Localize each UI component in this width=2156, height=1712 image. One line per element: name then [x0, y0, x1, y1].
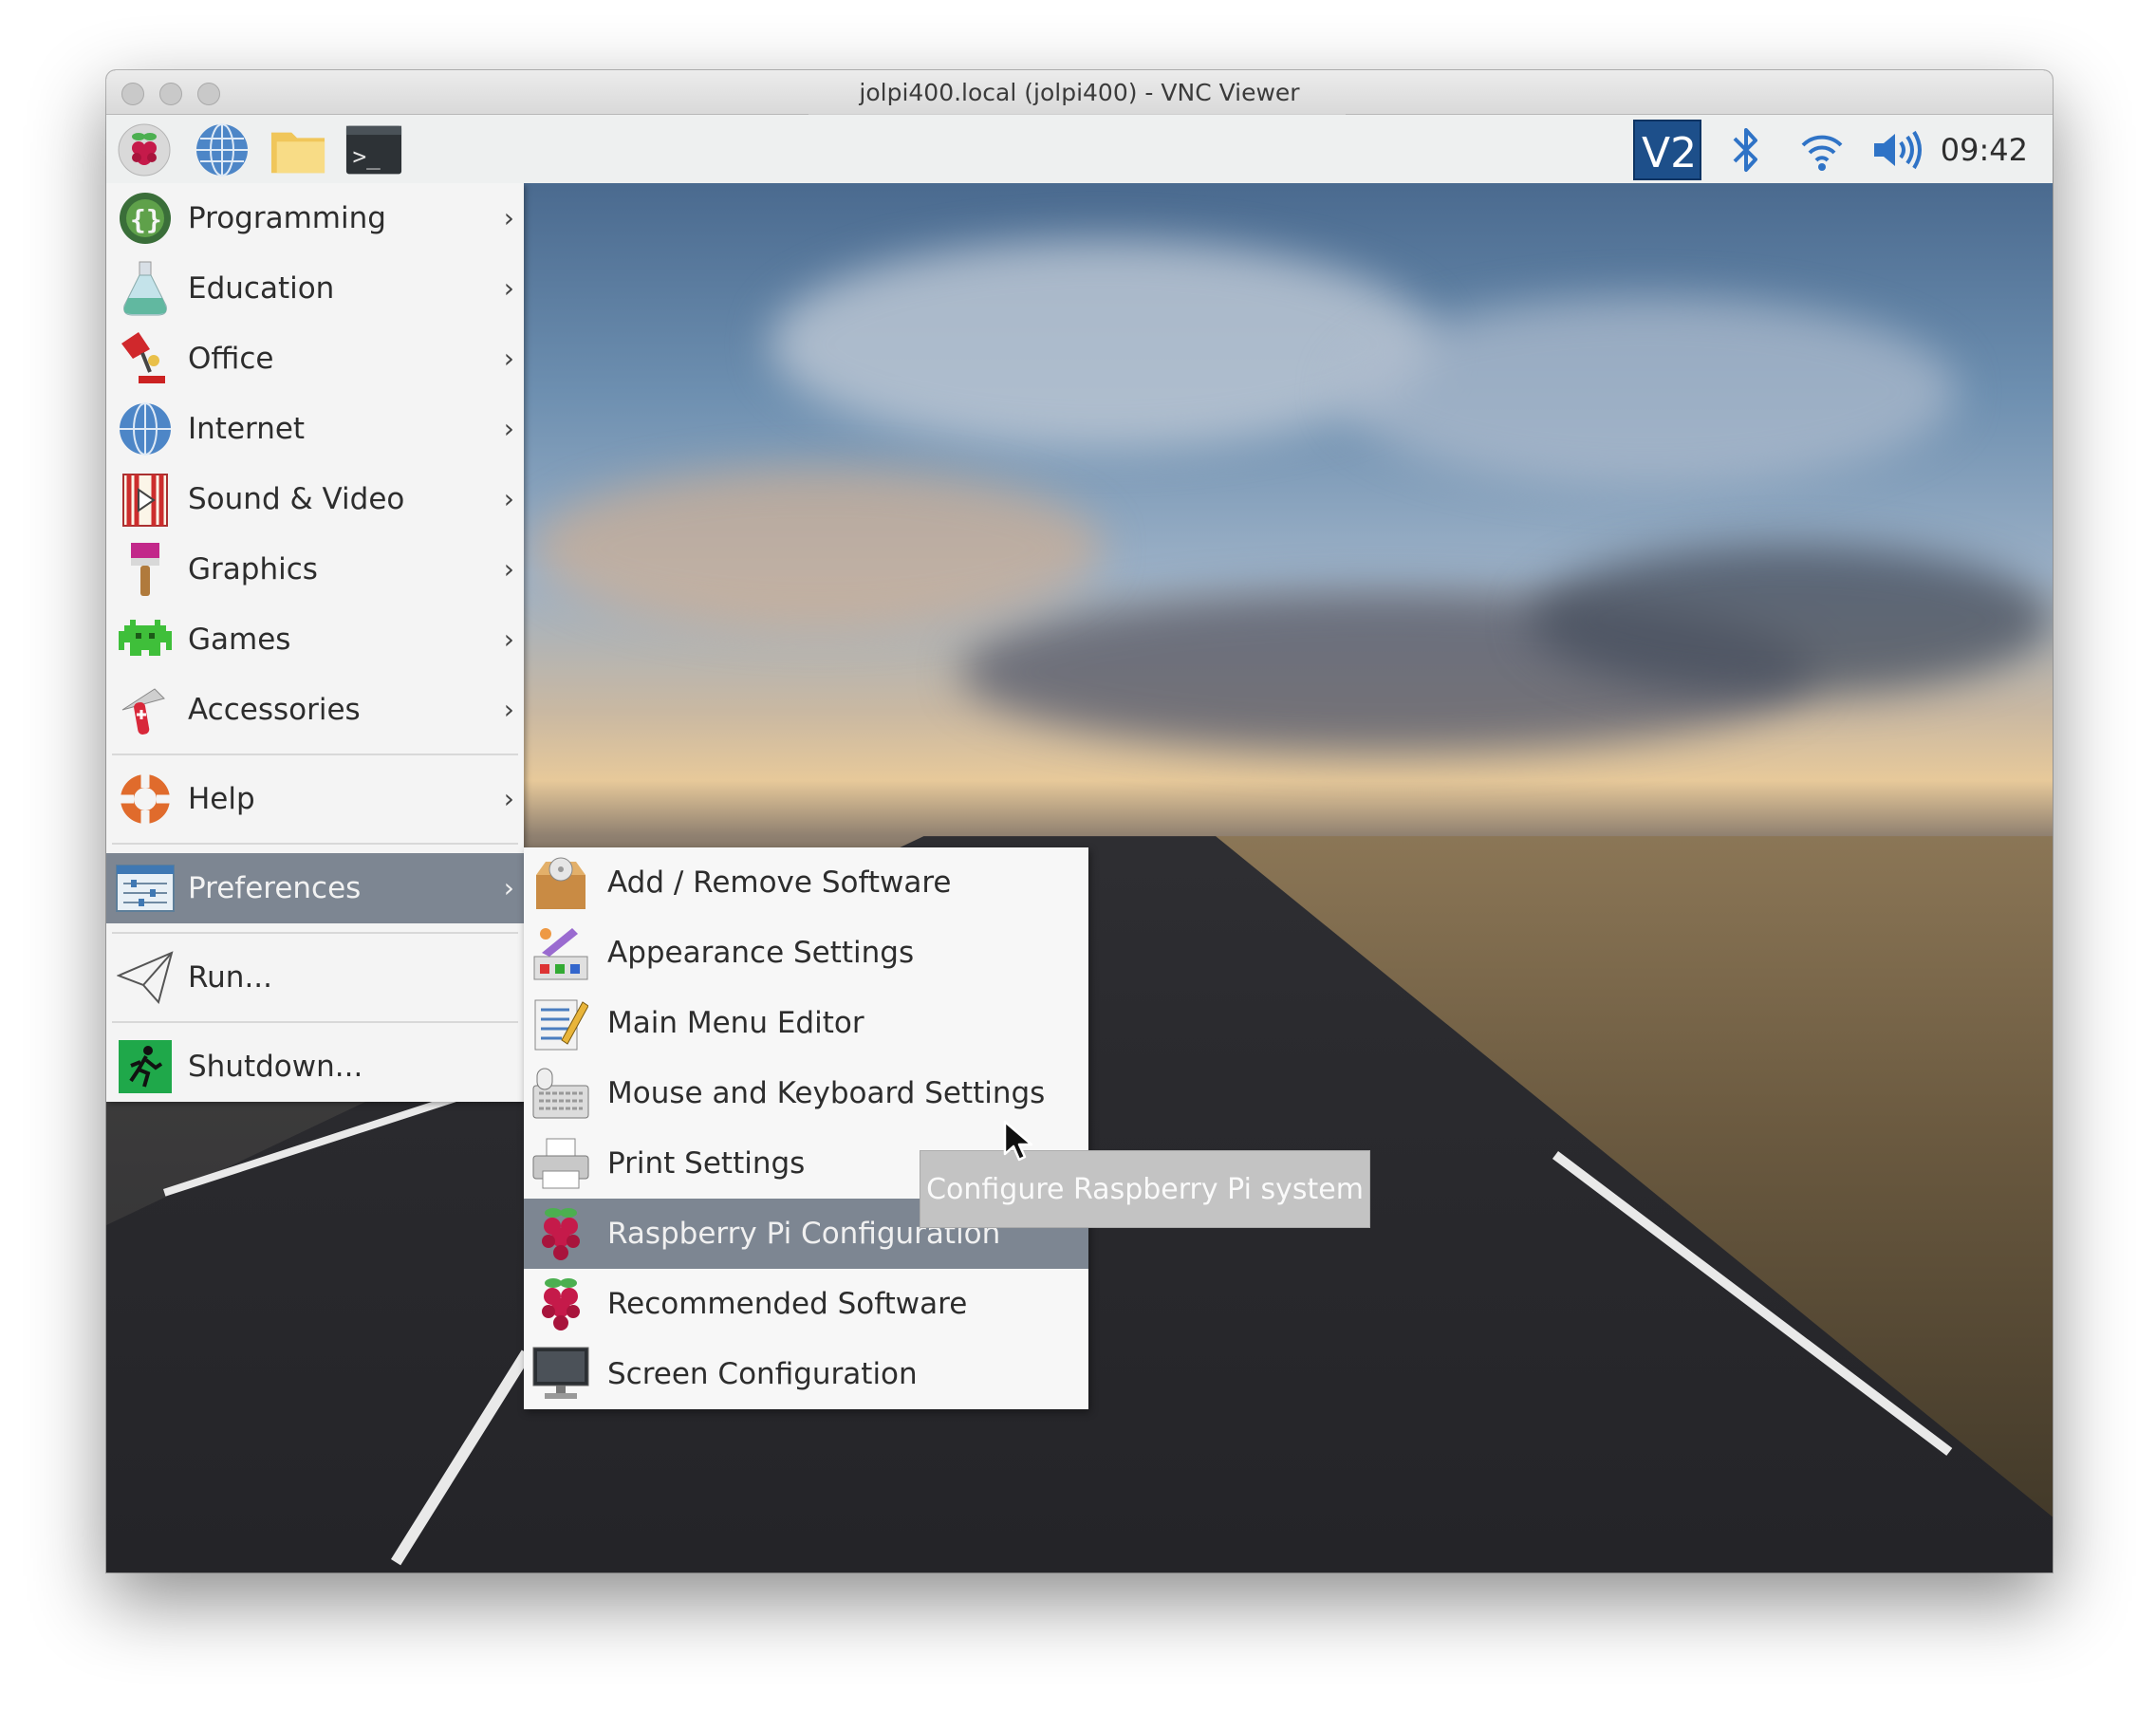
menu-item-office[interactable]: Office › — [106, 324, 524, 394]
submenu-item-label: Mouse and Keyboard Settings — [607, 1076, 1046, 1110]
menu-item-programming[interactable]: {} Programming › — [106, 183, 524, 253]
submenu-item-label: Main Menu Editor — [607, 1006, 864, 1040]
clock[interactable]: 09:42 — [1941, 132, 2028, 168]
cloud — [1340, 297, 1957, 487]
desktop-wallpaper: {} Programming › Education › Office › In… — [106, 183, 2053, 1572]
menu-item-label: Internet — [188, 412, 306, 446]
menu-item-shutdown[interactable]: Shutdown... — [106, 1032, 524, 1102]
svg-text:V2: V2 — [1642, 129, 1697, 177]
menu-item-label: Sound & Video — [188, 482, 405, 516]
web-browser-icon[interactable] — [194, 122, 251, 177]
chevron-right-icon: › — [503, 483, 514, 514]
menu-item-label: Shutdown... — [188, 1050, 363, 1084]
main-menu: {} Programming › Education › Office › In… — [106, 183, 524, 1102]
menu-item-label: Education — [188, 271, 335, 306]
package-icon — [531, 853, 590, 912]
submenu-item-label: Recommended Software — [607, 1287, 968, 1321]
menu-item-sound-video[interactable]: Sound & Video › — [106, 464, 524, 534]
svg-text:>_: >_ — [353, 142, 381, 170]
submenu-item-screen-configuration[interactable]: Screen Configuration — [524, 1339, 1088, 1409]
file-manager-icon[interactable] — [270, 122, 326, 177]
menu-item-label: Preferences — [188, 871, 362, 905]
programming-icon: {} — [116, 189, 175, 248]
bluetooth-icon[interactable] — [1718, 122, 1775, 177]
volume-icon[interactable] — [1869, 122, 1926, 177]
raspberry-menu-icon[interactable] — [116, 122, 173, 177]
menu-item-label: Run... — [188, 960, 273, 995]
menu-item-preferences[interactable]: Preferences › — [106, 853, 524, 923]
submenu-item-label: Appearance Settings — [607, 936, 915, 970]
window-title: jolpi400.local (jolpi400) - VNC Viewer — [859, 79, 1300, 106]
menu-separator — [106, 834, 524, 853]
help-icon — [116, 770, 175, 828]
submenu-item-mouse-keyboard-settings[interactable]: Mouse and Keyboard Settings — [524, 1058, 1088, 1128]
menu-item-label: Accessories — [188, 693, 361, 727]
menu-separator — [106, 745, 524, 764]
chevron-right-icon: › — [503, 872, 514, 903]
submenu-item-label: Screen Configuration — [607, 1357, 918, 1391]
menu-item-label: Help — [188, 782, 255, 816]
menu-item-run[interactable]: Run... — [106, 942, 524, 1013]
menu-item-graphics[interactable]: Graphics › — [106, 534, 524, 605]
menu-separator — [106, 1013, 524, 1032]
menu-separator — [106, 923, 524, 942]
tooltip: Configure Raspberry Pi system — [920, 1150, 1370, 1228]
monitor-icon — [531, 1345, 590, 1404]
menu-item-label: Games — [188, 623, 291, 657]
games-icon — [116, 610, 175, 669]
mouse-cursor-icon — [1003, 1120, 1035, 1167]
chevron-right-icon: › — [503, 202, 514, 233]
cloud — [771, 240, 1435, 449]
accessories-icon — [116, 680, 175, 739]
chevron-right-icon: › — [503, 413, 514, 444]
graphics-icon — [116, 540, 175, 599]
taskbar: >_ V2 09:42 — [106, 115, 2053, 184]
menu-editor-icon — [531, 994, 590, 1052]
appearance-icon — [531, 923, 590, 982]
menu-item-accessories[interactable]: Accessories › — [106, 675, 524, 745]
vnc-viewer-window: jolpi400.local (jolpi400) - VNC Viewer >… — [106, 70, 2053, 1572]
internet-icon — [116, 400, 175, 458]
cloud — [533, 468, 1103, 629]
menu-item-label: Office — [188, 342, 274, 376]
raspberry-icon — [531, 1204, 590, 1263]
submenu-item-recommended-software[interactable]: Recommended Software — [524, 1269, 1088, 1339]
vnc-icon[interactable]: V2 — [1632, 120, 1702, 180]
submenu-item-label: Add / Remove Software — [607, 865, 952, 900]
raspberry-icon — [531, 1275, 590, 1333]
shutdown-icon — [116, 1037, 175, 1096]
printer-icon — [531, 1134, 590, 1193]
education-icon — [116, 259, 175, 318]
cloud — [1530, 544, 2052, 696]
chevron-right-icon: › — [503, 623, 514, 655]
submenu-item-main-menu-editor[interactable]: Main Menu Editor — [524, 988, 1088, 1058]
menu-item-internet[interactable]: Internet › — [106, 394, 524, 464]
menu-item-help[interactable]: Help › — [106, 764, 524, 834]
chevron-right-icon: › — [503, 694, 514, 725]
submenu-item-appearance-settings[interactable]: Appearance Settings — [524, 918, 1088, 988]
preferences-icon — [116, 859, 175, 918]
office-icon — [116, 329, 175, 388]
chevron-right-icon: › — [503, 272, 514, 304]
terminal-icon[interactable]: >_ — [345, 122, 402, 177]
chevron-right-icon: › — [503, 343, 514, 374]
chevron-right-icon: › — [503, 553, 514, 585]
menu-item-label: Graphics — [188, 552, 318, 586]
menu-item-label: Programming — [188, 201, 386, 235]
chevron-right-icon: › — [503, 783, 514, 814]
menu-item-education[interactable]: Education › — [106, 253, 524, 324]
svg-text:{}: {} — [130, 204, 162, 235]
run-icon — [116, 948, 175, 1007]
menu-item-games[interactable]: Games › — [106, 605, 524, 675]
title-bar: jolpi400.local (jolpi400) - VNC Viewer — [106, 70, 2053, 115]
sound-video-icon — [116, 470, 175, 529]
submenu-item-label: Print Settings — [607, 1146, 806, 1181]
wifi-icon[interactable] — [1794, 122, 1850, 177]
submenu-item-add-remove-software[interactable]: Add / Remove Software — [524, 847, 1088, 918]
keyboard-icon — [531, 1064, 590, 1123]
